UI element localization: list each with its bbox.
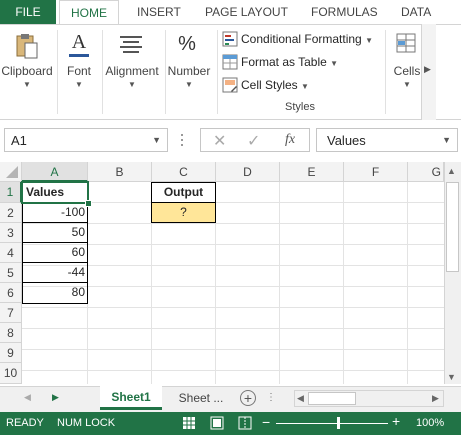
- row-header-2[interactable]: 2: [0, 203, 22, 223]
- divider: [217, 30, 218, 114]
- cells-icon[interactable]: [396, 32, 416, 54]
- zoom-slider-track[interactable]: [276, 423, 388, 424]
- cell-a6[interactable]: 80: [26, 283, 85, 302]
- page-layout-view-icon[interactable]: [210, 416, 224, 430]
- scroll-sheets-left-icon[interactable]: ◀: [24, 392, 31, 403]
- cell-c1[interactable]: Output: [152, 183, 215, 202]
- normal-view-icon[interactable]: [182, 416, 196, 430]
- font-label[interactable]: Font: [60, 64, 98, 78]
- chevron-down-icon[interactable]: ▼: [403, 80, 411, 89]
- tab-insert[interactable]: INSERT: [137, 0, 181, 24]
- gridline: [343, 182, 344, 384]
- cells-label[interactable]: Cells: [390, 64, 424, 78]
- column-header-d[interactable]: D: [216, 162, 280, 182]
- add-sheet-button[interactable]: +: [240, 390, 256, 406]
- chevron-down-icon[interactable]: ▼: [23, 80, 31, 89]
- column-header-f[interactable]: F: [344, 162, 408, 182]
- row-header-5[interactable]: 5: [0, 263, 22, 283]
- chevron-down-icon[interactable]: ▼: [185, 80, 193, 89]
- tab-file[interactable]: FILE: [0, 0, 56, 24]
- enter-check-icon[interactable]: ✓: [247, 131, 260, 151]
- scroll-sheets-right-icon[interactable]: ▶: [52, 392, 59, 403]
- scroll-down-icon[interactable]: ▼: [447, 372, 456, 382]
- row-header-10[interactable]: 10: [0, 363, 22, 384]
- chevron-down-icon[interactable]: ▼: [152, 135, 161, 145]
- row-header-3[interactable]: 3: [0, 223, 22, 243]
- column-header-c[interactable]: C: [152, 162, 216, 182]
- gridline: [279, 182, 280, 384]
- horizontal-scroll-thumb[interactable]: [308, 392, 356, 405]
- status-ready: READY: [6, 417, 44, 429]
- formula-buttons: ✕ ✓ fx: [200, 128, 310, 152]
- row-header-1[interactable]: 1: [0, 182, 22, 203]
- select-all-corner[interactable]: [0, 162, 22, 182]
- chevron-down-icon[interactable]: ▼: [128, 80, 136, 89]
- column-header-a[interactable]: A: [22, 162, 88, 182]
- cell-a5[interactable]: -44: [26, 263, 85, 282]
- gridline: [407, 182, 408, 384]
- zoom-level[interactable]: 100%: [416, 417, 444, 429]
- active-cell-cursor: [21, 181, 89, 204]
- divider: [385, 30, 386, 114]
- zoom-in-button[interactable]: +: [392, 414, 400, 428]
- cancel-icon[interactable]: ✕: [213, 131, 226, 151]
- cell-a2[interactable]: -100: [26, 203, 85, 222]
- page-break-view-icon[interactable]: [238, 416, 252, 430]
- formula-bar-grip-icon[interactable]: [180, 133, 184, 147]
- chevron-down-icon[interactable]: ▼: [442, 135, 451, 145]
- clipboard-icon[interactable]: [14, 32, 40, 60]
- chevron-down-icon[interactable]: ▼: [75, 80, 83, 89]
- insert-function-button[interactable]: fx: [285, 132, 295, 148]
- format-as-table-icon[interactable]: [222, 54, 238, 70]
- zoom-out-button[interactable]: −: [262, 415, 270, 429]
- tab-home[interactable]: HOME: [59, 0, 119, 24]
- column-header-b[interactable]: B: [88, 162, 152, 182]
- scroll-left-icon[interactable]: ◀: [297, 393, 304, 404]
- divider: [57, 30, 58, 114]
- formula-input[interactable]: Values ▼: [316, 128, 458, 152]
- vertical-scroll-thumb[interactable]: [446, 182, 459, 272]
- more-options-icon[interactable]: ⋮: [266, 392, 276, 403]
- font-icon[interactable]: A: [66, 30, 92, 58]
- styles-group-label: Styles: [285, 101, 315, 113]
- conditional-formatting-icon[interactable]: [222, 31, 238, 47]
- format-as-table-button[interactable]: Format as Table ▼: [241, 54, 338, 72]
- scroll-up-icon[interactable]: ▲: [447, 166, 456, 176]
- name-box-value: A1: [11, 133, 27, 148]
- fill-handle[interactable]: [85, 200, 92, 207]
- column-header-e[interactable]: E: [280, 162, 344, 182]
- cell-a3[interactable]: 50: [26, 223, 85, 242]
- status-num-lock: NUM LOCK: [57, 417, 116, 429]
- row-header-6[interactable]: 6: [0, 283, 22, 303]
- zoom-slider-thumb[interactable]: [337, 417, 340, 429]
- sheet-tab-sheet1[interactable]: Sheet1: [100, 386, 162, 410]
- formula-input-value: Values: [327, 133, 366, 148]
- row-header-8[interactable]: 8: [0, 323, 22, 343]
- percent-icon[interactable]: %: [172, 30, 202, 58]
- scroll-right-icon[interactable]: ▶: [432, 393, 439, 404]
- conditional-formatting-button[interactable]: Conditional Formatting ▼: [241, 31, 373, 49]
- cell-styles-icon[interactable]: [222, 77, 238, 93]
- alignment-icon[interactable]: [117, 34, 145, 56]
- clipboard-label[interactable]: Clipboard: [0, 64, 54, 78]
- tab-data[interactable]: DATA: [401, 0, 431, 24]
- tab-page-layout[interactable]: PAGE LAYOUT: [205, 0, 288, 24]
- number-label[interactable]: Number: [165, 64, 213, 78]
- tab-formulas[interactable]: FORMULAS: [311, 0, 378, 24]
- row-header-9[interactable]: 9: [0, 343, 22, 363]
- row-header-7[interactable]: 7: [0, 303, 22, 323]
- cell-styles-button[interactable]: Cell Styles ▼: [241, 77, 309, 95]
- chevron-right-icon: ▶: [424, 64, 431, 74]
- alignment-label[interactable]: Alignment: [102, 64, 162, 78]
- column-header-g[interactable]: G: [408, 162, 444, 182]
- name-box[interactable]: A1 ▼: [4, 128, 168, 152]
- cell-c2[interactable]: ?: [152, 203, 215, 222]
- row-header-4[interactable]: 4: [0, 243, 22, 263]
- sheet-tab-sheet2[interactable]: Sheet ...: [168, 386, 234, 410]
- cell-a4[interactable]: 60: [26, 243, 85, 262]
